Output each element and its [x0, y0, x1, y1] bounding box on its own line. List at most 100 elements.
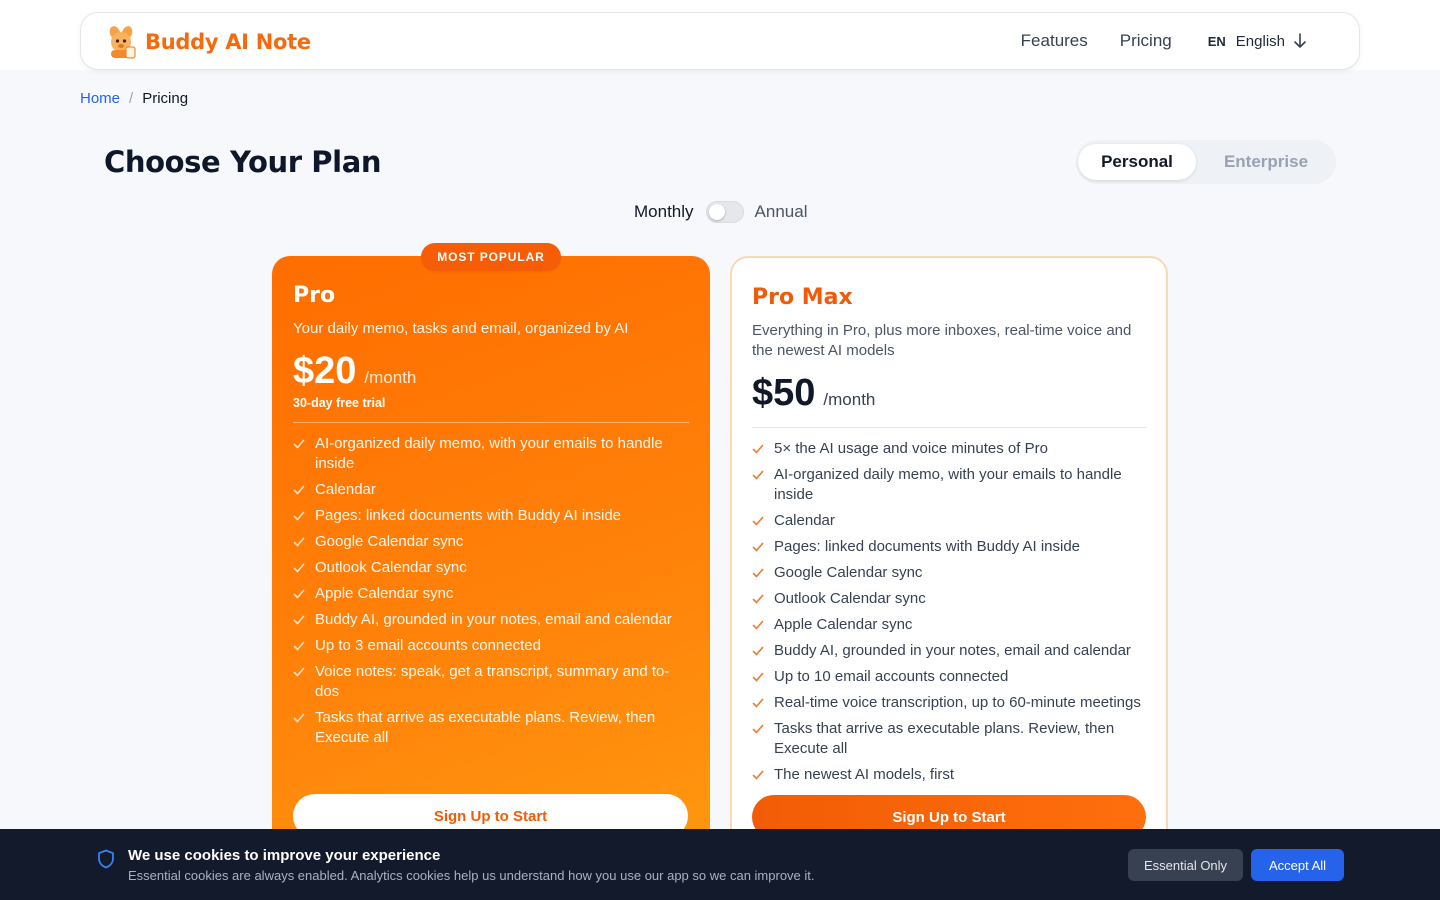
check-icon [293, 615, 305, 625]
feature-list: 5× the AI usage and voice minutes of Pro… [752, 439, 1146, 785]
check-icon [752, 444, 764, 454]
feature-item: Buddy AI, grounded in your notes, email … [752, 641, 1146, 661]
billing-monthly-label: Monthly [634, 202, 694, 221]
feature-item: Calendar [293, 480, 689, 500]
feature-text: Outlook Calendar sync [315, 559, 467, 576]
price-period: /month [364, 368, 417, 387]
check-icon [752, 620, 764, 630]
check-icon [752, 646, 764, 656]
check-icon [293, 537, 305, 547]
price-period: /month [823, 390, 876, 409]
check-icon [293, 713, 305, 723]
feature-item: Up to 10 email accounts connected [752, 667, 1146, 687]
breadcrumb: Home / Pricing [80, 90, 188, 107]
feature-item: Pages: linked documents with Buddy AI in… [752, 537, 1146, 557]
feature-text: Real-time voice transcription, up to 60-… [774, 694, 1141, 711]
feature-text: Tasks that arrive as executable plans. R… [774, 720, 1115, 757]
language-code: EN [1207, 33, 1226, 49]
accept-all-button[interactable]: Accept All [1251, 849, 1344, 881]
feature-text: Calendar [774, 512, 835, 529]
page-title: Choose Your Plan [104, 145, 382, 179]
check-icon [752, 698, 764, 708]
feature-item: Tasks that arrive as executable plans. R… [293, 708, 689, 748]
toggle-knob [708, 204, 725, 220]
billing-annual-label: Annual [754, 202, 808, 221]
language-selector[interactable]: EN English [1208, 33, 1307, 50]
feature-text: AI-organized daily memo, with your email… [774, 466, 1122, 503]
check-icon [752, 770, 764, 780]
feature-text: Google Calendar sync [315, 533, 464, 550]
check-icon [293, 667, 305, 677]
feature-text: AI-organized daily memo, with your email… [315, 435, 663, 472]
main-nav: Features Pricing EN English [1021, 13, 1307, 69]
check-icon [752, 470, 764, 480]
essential-only-button[interactable]: Essential Only [1128, 849, 1243, 881]
feature-item: Real-time voice transcription, up to 60-… [752, 693, 1146, 713]
plan-price: $50 [752, 372, 816, 414]
cookie-description: Essential cookies are always enabled. An… [128, 868, 815, 883]
nav-pricing-link[interactable]: Pricing [1120, 31, 1172, 51]
plan-price: $20 [293, 350, 357, 392]
trial-note: 30-day free trial [293, 396, 386, 410]
price-row: $50 /month [752, 371, 1146, 415]
price-row: $20 /month [293, 349, 689, 393]
check-icon [293, 641, 305, 651]
plan-name: Pro Max [752, 285, 853, 310]
billing-cycle: Monthly Annual [634, 200, 807, 224]
feature-text: Pages: linked documents with Buddy AI in… [774, 538, 1081, 555]
top-navbar: Buddy AI Note Features Pricing EN Englis… [80, 12, 1360, 70]
check-icon [293, 563, 305, 573]
plan-type-switch: Personal Enterprise [1076, 140, 1336, 184]
feature-text: Outlook Calendar sync [774, 590, 926, 607]
brand-logo[interactable]: Buddy AI Note [103, 25, 311, 59]
feature-item: The newest AI models, first [752, 765, 1146, 785]
feature-text: Calendar [315, 481, 376, 498]
check-icon [752, 568, 764, 578]
feature-text: Up to 3 email accounts connected [315, 637, 541, 654]
most-popular-badge: MOST POPULAR [421, 243, 561, 271]
breadcrumb-current: Pricing [142, 90, 189, 107]
check-icon [752, 516, 764, 526]
feature-text: The newest AI models, first [774, 766, 955, 783]
feature-text: Apple Calendar sync [315, 585, 454, 602]
tab-enterprise[interactable]: Enterprise [1204, 144, 1328, 180]
feature-item: Google Calendar sync [293, 532, 689, 552]
billing-toggle[interactable] [705, 201, 744, 223]
feature-item: Apple Calendar sync [752, 615, 1146, 635]
check-icon [293, 589, 305, 599]
nav-features-link[interactable]: Features [1021, 31, 1088, 51]
breadcrumb-home-link[interactable]: Home [80, 90, 120, 107]
plan-card-pro: MOST POPULAR Pro Your daily memo, tasks … [272, 243, 710, 896]
feature-item: Calendar [752, 511, 1146, 531]
feature-text: Apple Calendar sync [774, 616, 913, 633]
plan-description: Your daily memo, tasks and email, organi… [293, 320, 629, 337]
divider [752, 427, 1146, 428]
brand-name: Buddy AI Note [145, 30, 311, 54]
feature-item: AI-organized daily memo, with your email… [752, 465, 1146, 505]
feature-item: Google Calendar sync [752, 563, 1146, 583]
feature-item: Up to 3 email accounts connected [293, 636, 689, 656]
shield-icon [97, 849, 115, 874]
plan-description: Everything in Pro, plus more inboxes, re… [752, 322, 1132, 359]
feature-item: Outlook Calendar sync [293, 558, 689, 578]
cookie-title: We use cookies to improve your experienc… [128, 847, 441, 864]
check-icon [752, 724, 764, 734]
check-icon [752, 542, 764, 552]
feature-item: Pages: linked documents with Buddy AI in… [293, 506, 689, 526]
feature-item: Tasks that arrive as executable plans. R… [752, 719, 1146, 759]
feature-item: 5× the AI usage and voice minutes of Pro [752, 439, 1146, 459]
feature-text: Buddy AI, grounded in your notes, email … [774, 642, 1131, 659]
feature-text: Buddy AI, grounded in your notes, email … [315, 611, 672, 628]
check-icon [293, 511, 305, 521]
plan-card-pro-max: Pro Max Everything in Pro, plus more inb… [730, 256, 1168, 896]
arrow-down-icon [1293, 33, 1307, 49]
language-label: English [1235, 32, 1285, 50]
feature-item: Apple Calendar sync [293, 584, 689, 604]
check-icon [752, 672, 764, 682]
feature-text: Up to 10 email accounts connected [774, 668, 1009, 685]
tab-personal[interactable]: Personal [1078, 144, 1196, 180]
feature-list: AI-organized daily memo, with your email… [293, 434, 689, 748]
feature-text: Google Calendar sync [774, 564, 923, 581]
feature-item: Voice notes: speak, get a transcript, su… [293, 662, 689, 702]
divider [293, 422, 689, 423]
